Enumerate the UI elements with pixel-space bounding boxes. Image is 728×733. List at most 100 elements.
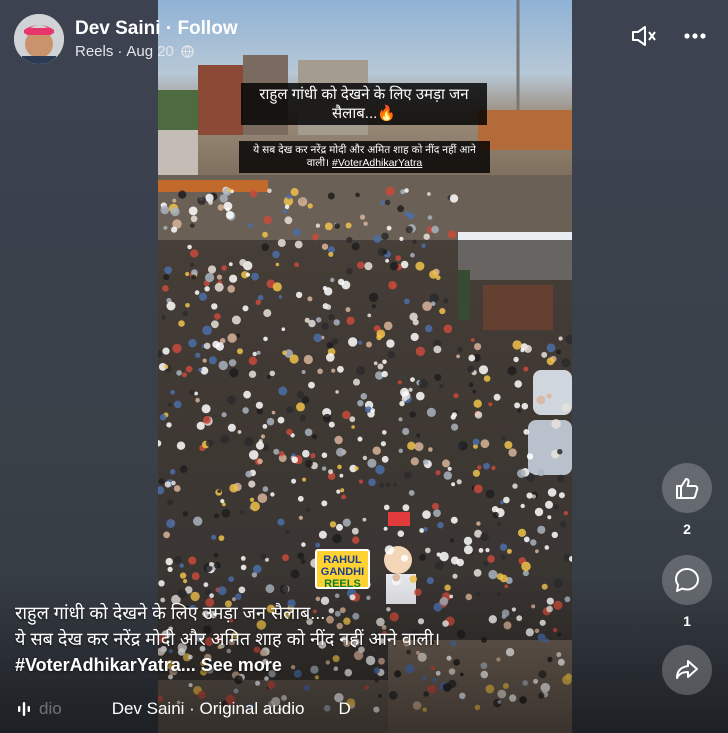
- crowd-dot: [219, 434, 230, 444]
- crowd-dot: [332, 534, 342, 544]
- crowd-dot: [313, 333, 322, 343]
- crowd-dot: [273, 448, 280, 455]
- crowd-dot: [423, 233, 430, 240]
- crowd-dot: [380, 200, 385, 205]
- post-date[interactable]: Aug 20: [126, 42, 174, 62]
- crowd-dot: [255, 401, 263, 409]
- crowd-dot: [290, 188, 299, 196]
- crowd-dot: [451, 482, 456, 487]
- audio-bar[interactable]: dio Dev Saini · Original audio D: [17, 699, 351, 719]
- crowd-dot: [380, 441, 386, 447]
- crowd-dot: [353, 378, 360, 386]
- crowd-dot: [229, 368, 239, 378]
- caption-hashtag[interactable]: #VoterAdhikarYatra: [15, 655, 181, 675]
- crowd-dot: [383, 321, 393, 331]
- crowd-dot: [386, 339, 395, 348]
- crowd-dot: [351, 425, 355, 429]
- crowd-dot: [398, 417, 403, 422]
- badge-line-1: RAHUL: [323, 554, 362, 566]
- crowd-dot: [271, 410, 276, 415]
- crowd-dot: [315, 223, 321, 228]
- comment-button[interactable]: [662, 555, 712, 605]
- crowd-dot: [346, 236, 353, 244]
- crowd-dot: [407, 441, 416, 450]
- crowd-dot: [375, 464, 385, 475]
- crowd-dot: [203, 342, 211, 350]
- crowd-dot: [345, 307, 351, 313]
- crowd-dot: [286, 428, 293, 436]
- crowd-dot: [523, 536, 530, 543]
- crowd-dot: [282, 209, 287, 214]
- badge-line-2: GANDHI: [320, 566, 365, 578]
- crowd-dot: [208, 356, 217, 365]
- crowd-dot: [162, 347, 170, 355]
- crowd-dot: [167, 499, 174, 506]
- crowd-dot: [277, 416, 285, 424]
- crowd-dot: [410, 332, 419, 342]
- avatar[interactable]: [14, 14, 64, 64]
- crowd-dot: [297, 495, 304, 502]
- crowd-dot: [301, 542, 306, 547]
- crowd-dot: [410, 252, 415, 258]
- more-options-icon[interactable]: [684, 33, 706, 39]
- crowd-dot: [295, 291, 303, 299]
- crowd-dot: [551, 419, 561, 429]
- crowd-dot: [306, 507, 311, 512]
- crowd-dot: [400, 260, 409, 269]
- crowd-dot: [189, 223, 195, 229]
- crowd-dot: [565, 334, 572, 344]
- crowd-dot: [261, 243, 270, 252]
- crowd-dot: [257, 294, 264, 301]
- crowd-dot: [221, 412, 227, 418]
- crowd-dot: [218, 360, 228, 371]
- crowd-dot: [357, 436, 363, 442]
- see-more-link[interactable]: See more: [201, 655, 282, 675]
- crowd-dot: [429, 270, 438, 279]
- crowd-dot: [229, 483, 238, 493]
- crowd-dot: [547, 515, 552, 520]
- crowd-dot: [211, 320, 219, 329]
- crowd-dot: [178, 320, 185, 327]
- crowd-dot: [311, 434, 318, 440]
- audio-wave-icon: [17, 701, 31, 717]
- crowd-dot: [244, 436, 254, 447]
- crowd-dot: [188, 339, 197, 348]
- crowd-dot: [248, 450, 259, 460]
- share-button[interactable]: [662, 645, 712, 695]
- crowd-dot: [188, 206, 198, 216]
- crowd-dot: [166, 519, 176, 528]
- follow-button[interactable]: Follow: [177, 18, 237, 39]
- crowd-dot: [414, 442, 424, 452]
- crowd-dot: [520, 503, 525, 509]
- crowd-dot: [523, 429, 530, 435]
- crowd-dot: [561, 358, 571, 368]
- crowd-dot: [324, 287, 333, 296]
- crowd-dot: [410, 377, 415, 382]
- crowd-dot: [228, 262, 233, 267]
- crowd-dot: [473, 399, 482, 408]
- crowd-dot: [408, 490, 415, 496]
- crowd-dot: [302, 449, 310, 458]
- author-name[interactable]: Dev Saini: [75, 18, 161, 39]
- speaker-muted-icon[interactable]: [630, 24, 658, 48]
- crowd-dot: [487, 555, 495, 563]
- crowd-dot: [284, 216, 293, 225]
- crowd-dot: [384, 199, 391, 206]
- crowd-dot: [321, 500, 328, 507]
- like-button[interactable]: [662, 463, 712, 513]
- crowd-dot: [166, 301, 176, 311]
- crowd-dot: [443, 471, 452, 480]
- crowd-dot: [158, 349, 163, 358]
- section-label[interactable]: Reels: [75, 42, 113, 62]
- crowd-dot: [307, 296, 313, 302]
- crowd-dot: [285, 529, 290, 535]
- audio-track-name[interactable]: Dev Saini · Original audio: [112, 699, 305, 719]
- crowd-dot: [294, 240, 303, 249]
- crowd-dot: [214, 313, 221, 320]
- crowd-dot: [291, 456, 298, 464]
- crowd-dot: [478, 548, 484, 553]
- crowd-dot: [227, 423, 236, 432]
- crowd-dot: [169, 469, 176, 475]
- crowd-dot: [517, 528, 527, 538]
- crowd-dot: [503, 496, 510, 504]
